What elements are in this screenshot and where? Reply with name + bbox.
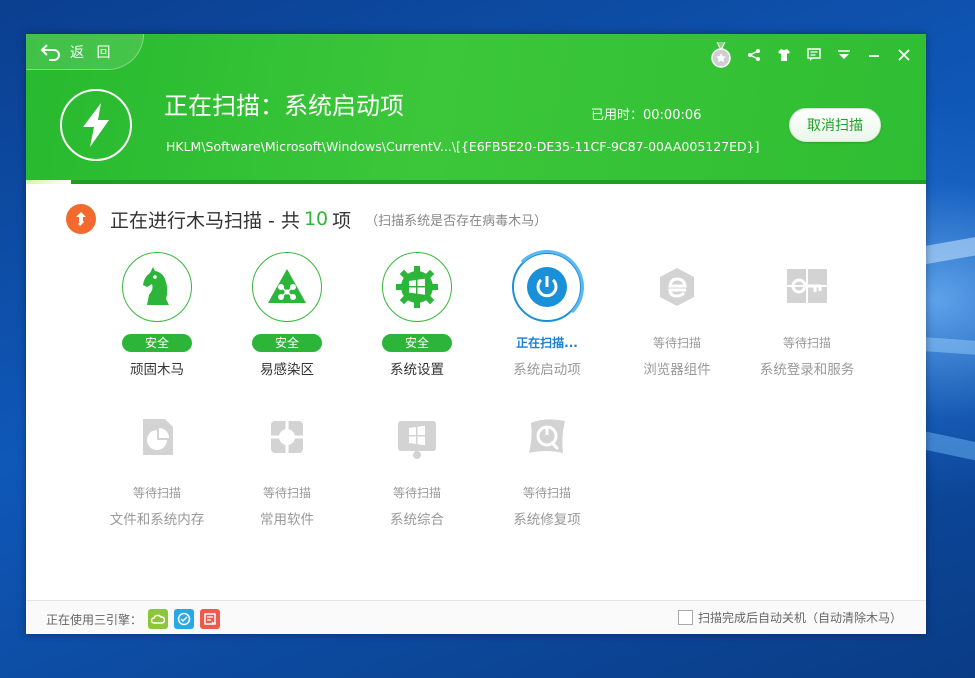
trojan-scan-icon [66, 204, 96, 234]
menu-dropdown-icon[interactable] [836, 47, 852, 63]
scan-item-files-memory: 等待扫描 文件和系统内存 [92, 402, 222, 528]
windows-search-icon [382, 402, 452, 472]
windows-repair-icon [512, 402, 582, 472]
scan-item-login-services: 等待扫描 系统登录和服务 [742, 252, 872, 378]
scan-item-status: 等待扫描 [652, 336, 701, 350]
file-pie-icon [122, 402, 192, 472]
auto-shutdown-checkbox[interactable] [677, 610, 693, 625]
auto-shutdown-label: 扫描完成后自动关机（自动清除木马） [697, 611, 902, 625]
scan-item-label: 文件和系统内存 [109, 512, 205, 528]
scan-progress-bar [26, 180, 926, 184]
skin-shirt-icon[interactable] [776, 47, 792, 63]
scanning-path: HKLM\Software\Microsoft\Windows\CurrentV… [166, 139, 760, 154]
system-repair-engine-icon[interactable] [200, 609, 221, 629]
scan-item-label: 系统登录和服务 [759, 362, 855, 378]
windows-gear-icon [382, 252, 452, 322]
scan-item-status: 等待扫描 [522, 486, 571, 500]
scan-item-status: 等待扫描 [392, 486, 441, 500]
scan-progress-fill [26, 180, 71, 184]
scan-item-status: 安全 [252, 334, 322, 352]
scan-header: 返 回 正在扫描：系统启动项 已用时：00:00:06 HKLM\Softwar… [26, 34, 926, 184]
section-title-prefix: 正在进行木马扫描 - 共 [110, 209, 300, 232]
section-title-suffix: 项 [332, 209, 352, 232]
scan-item-label: 浏览器组件 [643, 362, 711, 378]
window-controls [710, 41, 912, 68]
section-count: 10 [303, 208, 329, 230]
scan-item-status: 安全 [122, 334, 192, 352]
scan-title: 正在扫描：系统启动项 [164, 92, 404, 120]
section-subtitle: （扫描系统是否存在病毒木马） [365, 213, 548, 229]
close-icon[interactable] [896, 47, 912, 63]
scan-item-status: 等待扫描 [132, 486, 181, 500]
apps-icon [252, 402, 322, 472]
back-label: 返 回 [70, 44, 115, 61]
elapsed-time: 已用时：00:00:06 [591, 108, 702, 123]
scan-item-status: 等待扫描 [782, 336, 831, 350]
scan-item-stubborn-trojan: 安全 顽固木马 [92, 252, 222, 378]
engines-label: 正在使用三引擎： [46, 612, 143, 627]
scan-item-infection-zone: 安全 易感染区 [222, 252, 352, 378]
cancel-scan-button[interactable]: 取消扫描 [789, 108, 881, 142]
key-icon [772, 252, 842, 322]
browser-e-icon [642, 252, 712, 322]
scan-item-browser: 等待扫描 浏览器组件 [612, 252, 742, 378]
feedback-message-icon[interactable] [806, 47, 822, 63]
back-arrow-icon [40, 43, 60, 61]
scan-item-label: 系统综合 [390, 512, 444, 528]
share-icon[interactable] [746, 47, 762, 63]
back-button[interactable]: 返 回 [26, 34, 144, 70]
scan-item-label: 顽固木马 [130, 362, 184, 378]
network-warning-icon [252, 252, 322, 322]
scan-item-status: 等待扫描 [262, 486, 311, 500]
scan-item-status: 安全 [382, 334, 452, 352]
scan-item-label: 系统设置 [390, 362, 444, 378]
scan-item-status: 正在扫描... [516, 336, 578, 350]
auto-shutdown-option[interactable]: 扫描完成后自动关机（自动清除木马） [677, 609, 902, 626]
scan-item-system-overall: 等待扫描 系统综合 [352, 402, 482, 528]
engines-indicator: 正在使用三引擎： [46, 609, 221, 629]
scan-item-label: 易感染区 [260, 362, 314, 378]
section-header: 正在进行木马扫描 - 共 10 项 （扫描系统是否存在病毒木马） [66, 204, 547, 234]
antivirus-window: 返 回 正在扫描：系统启动项 已用时：00:00:06 HKLM\Softwar… [26, 34, 926, 634]
scan-item-common-software: 等待扫描 常用软件 [222, 402, 352, 528]
scan-item-system-settings: 安全 系统设置 [352, 252, 482, 378]
horse-icon [122, 252, 192, 322]
cloud-engine-icon[interactable] [148, 609, 169, 629]
scan-item-label: 系统启动项 [513, 362, 581, 378]
scan-item-label: 系统修复项 [513, 512, 581, 528]
medal-icon[interactable] [710, 41, 732, 68]
scan-item-startup: 正在扫描... 系统启动项 [482, 250, 612, 378]
lightning-icon [60, 89, 132, 161]
scan-item-label: 常用软件 [260, 512, 314, 528]
footer-bar: 正在使用三引擎： 扫描完成后自动关机（自动清除木马） [26, 600, 926, 634]
scan-item-system-repair: 等待扫描 系统修复项 [482, 402, 612, 528]
power-icon [510, 250, 584, 324]
qvm-engine-icon[interactable] [174, 609, 195, 629]
minimize-icon[interactable] [866, 47, 882, 63]
